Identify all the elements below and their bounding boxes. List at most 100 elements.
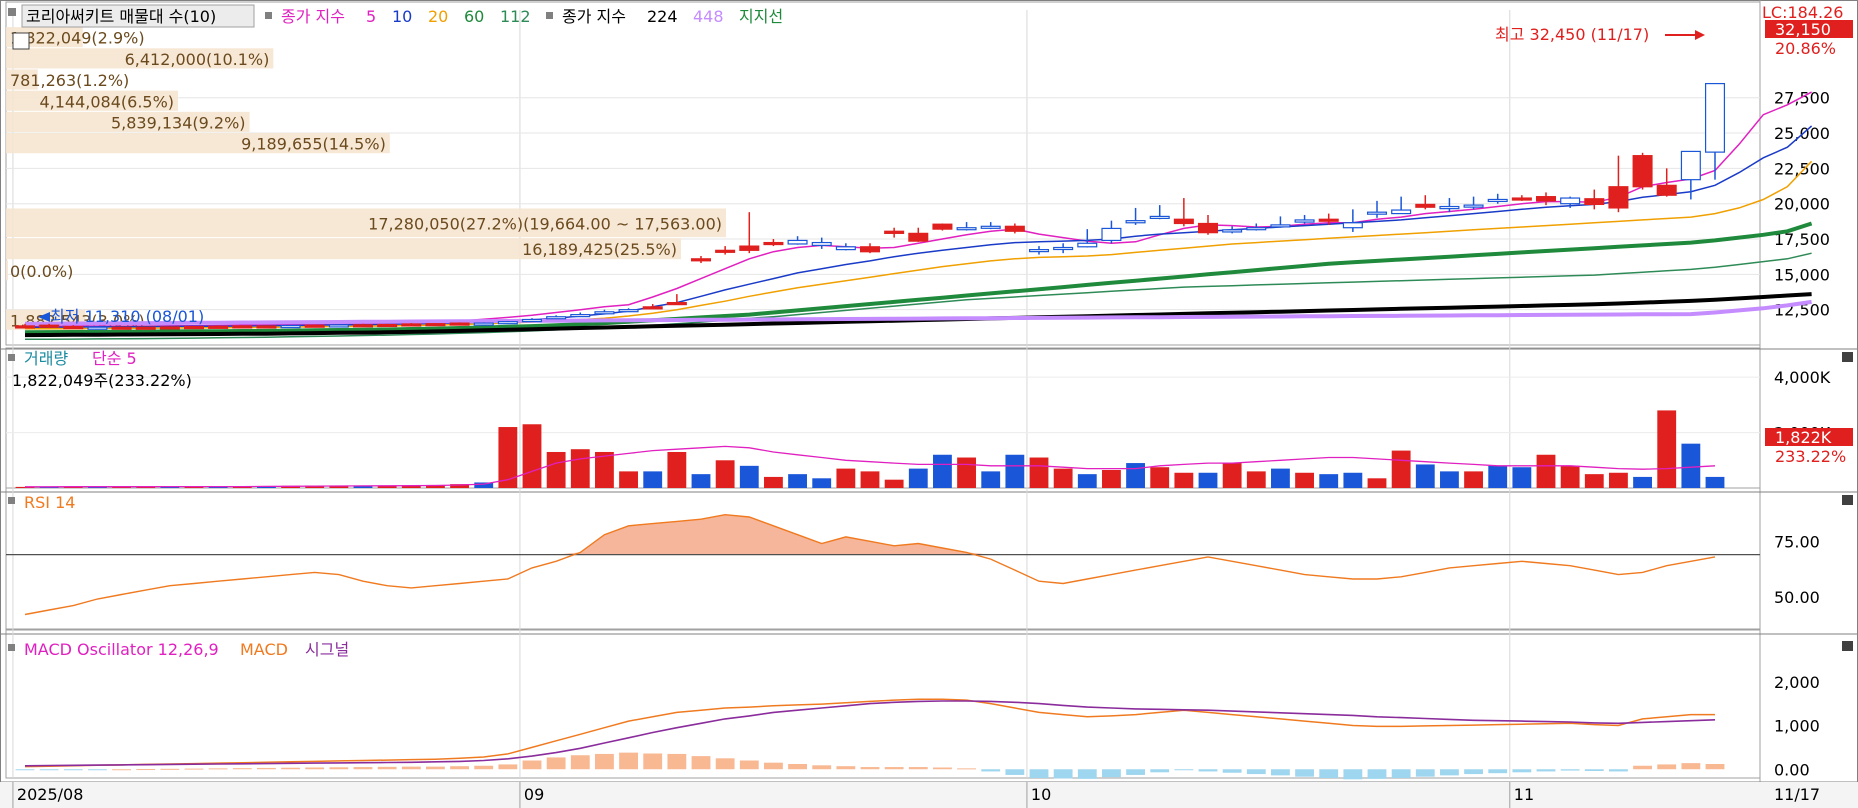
volume-bar <box>715 460 735 488</box>
candle-body <box>570 314 591 318</box>
macd-y-tick: 1,000 <box>1774 717 1820 736</box>
candle-body <box>1053 246 1074 251</box>
candle-body <box>763 241 784 246</box>
macd-osc-bar <box>788 764 807 770</box>
candle-body <box>1125 220 1146 224</box>
legend-support: 지지선 <box>739 7 783 26</box>
macd-osc-bar <box>39 769 59 771</box>
candle-body <box>1560 197 1581 205</box>
price-y-tick: 22,500 <box>1774 159 1830 178</box>
macd-osc-bar <box>1705 764 1725 770</box>
panel-close-icon[interactable] <box>1842 495 1853 505</box>
low-annotation: 최저 11,310 (08/01) <box>50 307 204 326</box>
macd-osc-bar <box>15 769 35 771</box>
volume-bar <box>1609 472 1628 488</box>
macd-osc-bar <box>1512 769 1532 773</box>
volume-bar <box>1102 469 1121 488</box>
chart-svg[interactable]: 12,50015,00017,50020,00022,50025,00027,5… <box>0 0 1858 808</box>
candle-body <box>304 324 325 328</box>
macd-osc-bar <box>1295 769 1314 777</box>
macd-osc-bar <box>1077 769 1097 779</box>
volume-bar <box>1295 472 1314 488</box>
volume-profile-label: 6,412,000(10.1%) <box>125 50 270 69</box>
volume-bar <box>1343 472 1363 488</box>
volume-profile-label: 4,144,084(6.5%) <box>39 92 174 111</box>
vol-y-tick: 4,000K <box>1774 368 1831 387</box>
macd-signal-label: 시그널 <box>305 640 349 659</box>
macd-osc-bar <box>1415 769 1435 777</box>
candle-body <box>1608 186 1629 209</box>
volume-bar <box>1150 467 1170 488</box>
candle-body <box>1704 82 1726 153</box>
macd-osc-bar <box>1343 769 1363 780</box>
candle-body <box>473 322 494 326</box>
candle-body <box>1270 224 1291 228</box>
macd-osc-bar <box>208 768 228 770</box>
macd-osc-bar <box>1536 769 1556 772</box>
macd-osc-bar <box>691 756 711 770</box>
volume-bar <box>1319 474 1339 488</box>
volume-bar <box>1657 410 1677 488</box>
macd-osc-bar <box>305 767 325 770</box>
rsi-y-tick: 50.00 <box>1774 588 1820 607</box>
volume-bar <box>1560 465 1580 488</box>
volume-bar <box>667 451 687 488</box>
candle-body <box>449 322 470 326</box>
macd-osc-bar <box>860 767 880 770</box>
legend-ma-60: 60 <box>464 7 484 26</box>
macd-osc-bar <box>160 768 180 770</box>
candle-body <box>956 227 977 231</box>
candle-body <box>14 325 36 329</box>
panel-close-icon[interactable] <box>1842 352 1853 362</box>
macd-osc-bar <box>764 762 783 770</box>
candle-body <box>63 326 84 330</box>
macd-osc-bar <box>957 768 976 770</box>
macd-osc-bar <box>1198 769 1218 772</box>
price-y-tick: 20,000 <box>1774 195 1830 214</box>
volume-bar <box>1681 443 1701 488</box>
macd-y-tick: 2,000 <box>1774 673 1820 692</box>
candle-body <box>280 325 301 329</box>
macd-osc-bar <box>667 753 687 770</box>
macd-osc-bar <box>1391 769 1411 778</box>
macd-osc-bar <box>474 765 494 770</box>
macd-osc-bar <box>570 755 590 770</box>
candle-body <box>1197 222 1219 234</box>
candle-body <box>1173 218 1194 225</box>
candle-body <box>1415 203 1436 208</box>
macd-osc-bar <box>498 764 518 770</box>
candle-body <box>811 241 832 246</box>
high-annotation: 최고 32,450 (11/17) <box>1495 25 1649 44</box>
macd-osc-bar <box>257 767 276 770</box>
candle-body <box>1222 229 1243 233</box>
candle-body <box>521 318 543 323</box>
macd-osc-bar <box>812 765 832 770</box>
macd-title: MACD Oscillator 12,26,9 <box>24 640 219 659</box>
rsi-y-tick: 75.00 <box>1774 532 1820 551</box>
volume-bar <box>643 471 663 488</box>
macd-osc-bar <box>136 769 156 771</box>
macd-osc-bar <box>281 767 300 770</box>
legend-ma-5: 5 <box>366 7 376 26</box>
panel-close-icon[interactable] <box>1842 641 1853 651</box>
macd-osc-bar <box>1102 769 1121 778</box>
candle-body <box>159 326 180 330</box>
volume-bar <box>498 427 518 488</box>
candle-body <box>859 246 881 253</box>
candle-body <box>208 325 229 329</box>
volume-bar <box>1464 471 1483 488</box>
legend-square <box>8 354 15 361</box>
candle-body <box>787 239 808 245</box>
candle-body <box>1535 196 1557 202</box>
candle-body <box>690 258 712 262</box>
candle-body <box>497 321 518 325</box>
candle-body <box>1149 215 1170 220</box>
candle-body <box>1101 227 1122 242</box>
macd-osc-bar <box>112 769 131 771</box>
macd-osc-bar <box>1150 769 1170 773</box>
macd-osc-bar <box>426 766 445 770</box>
macd-osc-bar <box>715 758 735 770</box>
lc-label: LC:184.26 <box>1762 3 1843 22</box>
macd-osc-bar <box>643 753 663 770</box>
x-tick-label: 09 <box>524 785 544 804</box>
